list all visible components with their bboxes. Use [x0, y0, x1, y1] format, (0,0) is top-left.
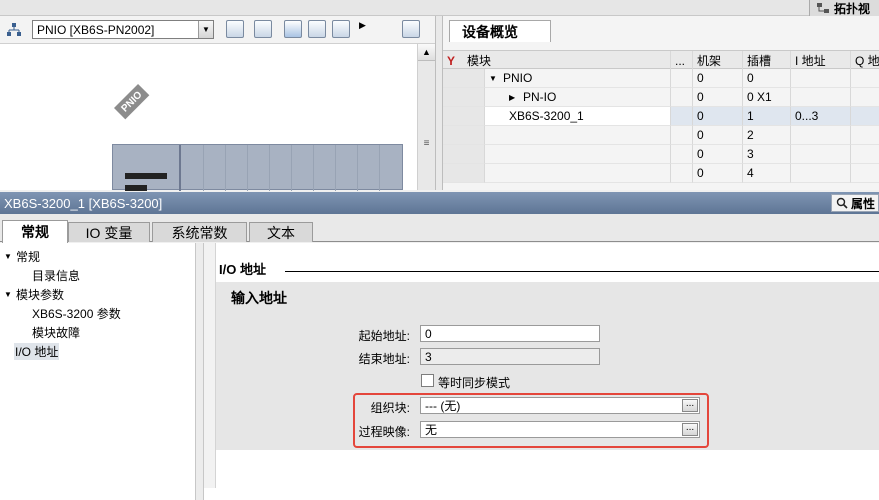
group-title: 输入地址 [231, 290, 287, 306]
rack-slot [313, 145, 314, 191]
device-rack-image[interactable] [112, 144, 403, 191]
topology-view-tab[interactable]: 拓扑视 [809, 0, 879, 16]
tab-device-overview[interactable]: 设备概览 [449, 20, 551, 42]
rack-slot [379, 145, 380, 191]
topology-icon [817, 3, 829, 13]
nav-splitter[interactable] [196, 243, 204, 500]
col-slot[interactable]: 插槽 [743, 51, 791, 70]
network-device-icon[interactable] [6, 22, 22, 38]
nav-item-module-params[interactable]: ▼ 模块参数 [4, 285, 64, 303]
scroll-grip-icon[interactable]: ≡ [420, 136, 433, 150]
col-rack[interactable]: 机架 [693, 51, 743, 70]
isochronous-label: 等时同步模式 [438, 376, 511, 390]
col-q-address[interactable]: Q 地 [851, 51, 879, 70]
properties-button[interactable]: 属性 [831, 194, 879, 212]
table-row[interactable]: ▼ PNIO 0 0 [443, 69, 879, 88]
nav-item-io-address[interactable]: I/O 地址 [14, 342, 60, 360]
tab-io-tags[interactable]: IO 变量 [68, 222, 150, 242]
rack-slot [291, 145, 292, 191]
panel-splitter[interactable] [435, 16, 443, 190]
end-address-label: 结束地址: [358, 352, 410, 366]
col-i-address[interactable]: I 地址 [791, 51, 851, 70]
chevron-right-icon[interactable]: ▶ [509, 93, 523, 102]
table-view-icon[interactable] [226, 20, 244, 38]
chevron-down-icon[interactable]: ▼ [4, 290, 16, 299]
pen-icon[interactable] [284, 20, 302, 38]
table-header: Y 模块 ... 机架 插槽 I 地址 Q 地 [443, 50, 879, 70]
nav-item-module-fault[interactable]: 模块故障 [32, 323, 80, 341]
module-cell: ▶ PN-IO [485, 88, 671, 107]
table-row[interactable]: ▶ PN-IO 0 0 X1 [443, 88, 879, 107]
device-overview-panel: 设备概览 Y 模块 ... 机架 插槽 I 地址 Q 地 ▼ PNIO 0 0 ▶… [443, 16, 879, 190]
network-toolbar: PNIO [XB6S-PN2002] ▼ ▶ [0, 16, 440, 44]
col-module[interactable]: 模块 [465, 51, 671, 70]
chevron-right-icon[interactable]: ▶ [359, 20, 366, 31]
module-cell: ▼ PNIO [485, 69, 671, 88]
nav-item-general[interactable]: ▼ 常规 [4, 247, 40, 265]
start-address-field[interactable]: 0 [420, 325, 600, 342]
start-address-label: 起始地址: [358, 329, 410, 343]
module-cell: XB6S-3200_1 [485, 107, 671, 126]
rack-slot [269, 145, 270, 191]
tab-texts[interactable]: 文本 [249, 222, 313, 242]
panel-icon[interactable] [402, 20, 420, 38]
rack-led-bar-2 [125, 185, 147, 191]
section-divider [285, 271, 879, 272]
topology-tab-label: 拓扑视 [834, 1, 871, 16]
filter-icon[interactable]: Y [443, 51, 465, 70]
chevron-down-icon[interactable]: ▼ [4, 252, 16, 261]
list-view-icon[interactable] [332, 20, 350, 38]
rack-separator [179, 145, 181, 191]
scroll-up-icon[interactable]: ▲ [418, 44, 435, 61]
device-select[interactable]: PNIO [XB6S-PN2002] ▼ [32, 20, 214, 39]
top-strip [0, 0, 879, 16]
properties-title: XB6S-3200_1 [XB6S-3200] [4, 195, 163, 211]
search-icon [836, 197, 848, 209]
nav-item-xb6s-params[interactable]: XB6S-3200 参数 [32, 304, 121, 322]
chevron-down-icon[interactable]: ▼ [198, 21, 213, 38]
rack-led-bar [125, 173, 167, 179]
properties-nav-tree: ▼ 常规 目录信息 ▼ 模块参数 XB6S-3200 参数 模块故障 I/O 地址 [0, 243, 196, 500]
table-row[interactable]: 0 4 [443, 164, 879, 183]
content-gutter [204, 243, 216, 500]
rack-slot [225, 145, 226, 191]
isochronous-checkbox[interactable] [421, 374, 434, 387]
table-row[interactable]: 0 2 [443, 126, 879, 145]
grid-icon[interactable] [308, 20, 326, 38]
content-bottom [204, 488, 879, 500]
chevron-down-icon[interactable]: ▼ [489, 74, 503, 83]
highlight-box [353, 393, 709, 448]
device-select-value: PNIO [XB6S-PN2002] [37, 22, 155, 37]
tab-general[interactable]: 常规 [2, 220, 68, 243]
tab-system-constants[interactable]: 系统常数 [152, 222, 247, 242]
rack-slot [357, 145, 358, 191]
properties-title-bar: XB6S-3200_1 [XB6S-3200] 属性 [0, 192, 879, 214]
rack-slot [335, 145, 336, 191]
col-more[interactable]: ... [671, 51, 693, 70]
end-address-field: 3 [420, 348, 600, 365]
table-row[interactable]: 0 3 [443, 145, 879, 164]
table-row-selected[interactable]: XB6S-3200_1 0 1 0...3 [443, 107, 879, 126]
section-title: I/O 地址 [219, 262, 266, 277]
nav-item-catalog[interactable]: 目录信息 [32, 266, 80, 284]
rack-slot [247, 145, 248, 191]
name-icon[interactable] [254, 20, 272, 38]
rack-slot [203, 145, 204, 191]
canvas-scrollbar[interactable]: ▲ ≡ [417, 44, 435, 190]
properties-tab-bar: 常规 IO 变量 系统常数 文本 [0, 214, 879, 243]
